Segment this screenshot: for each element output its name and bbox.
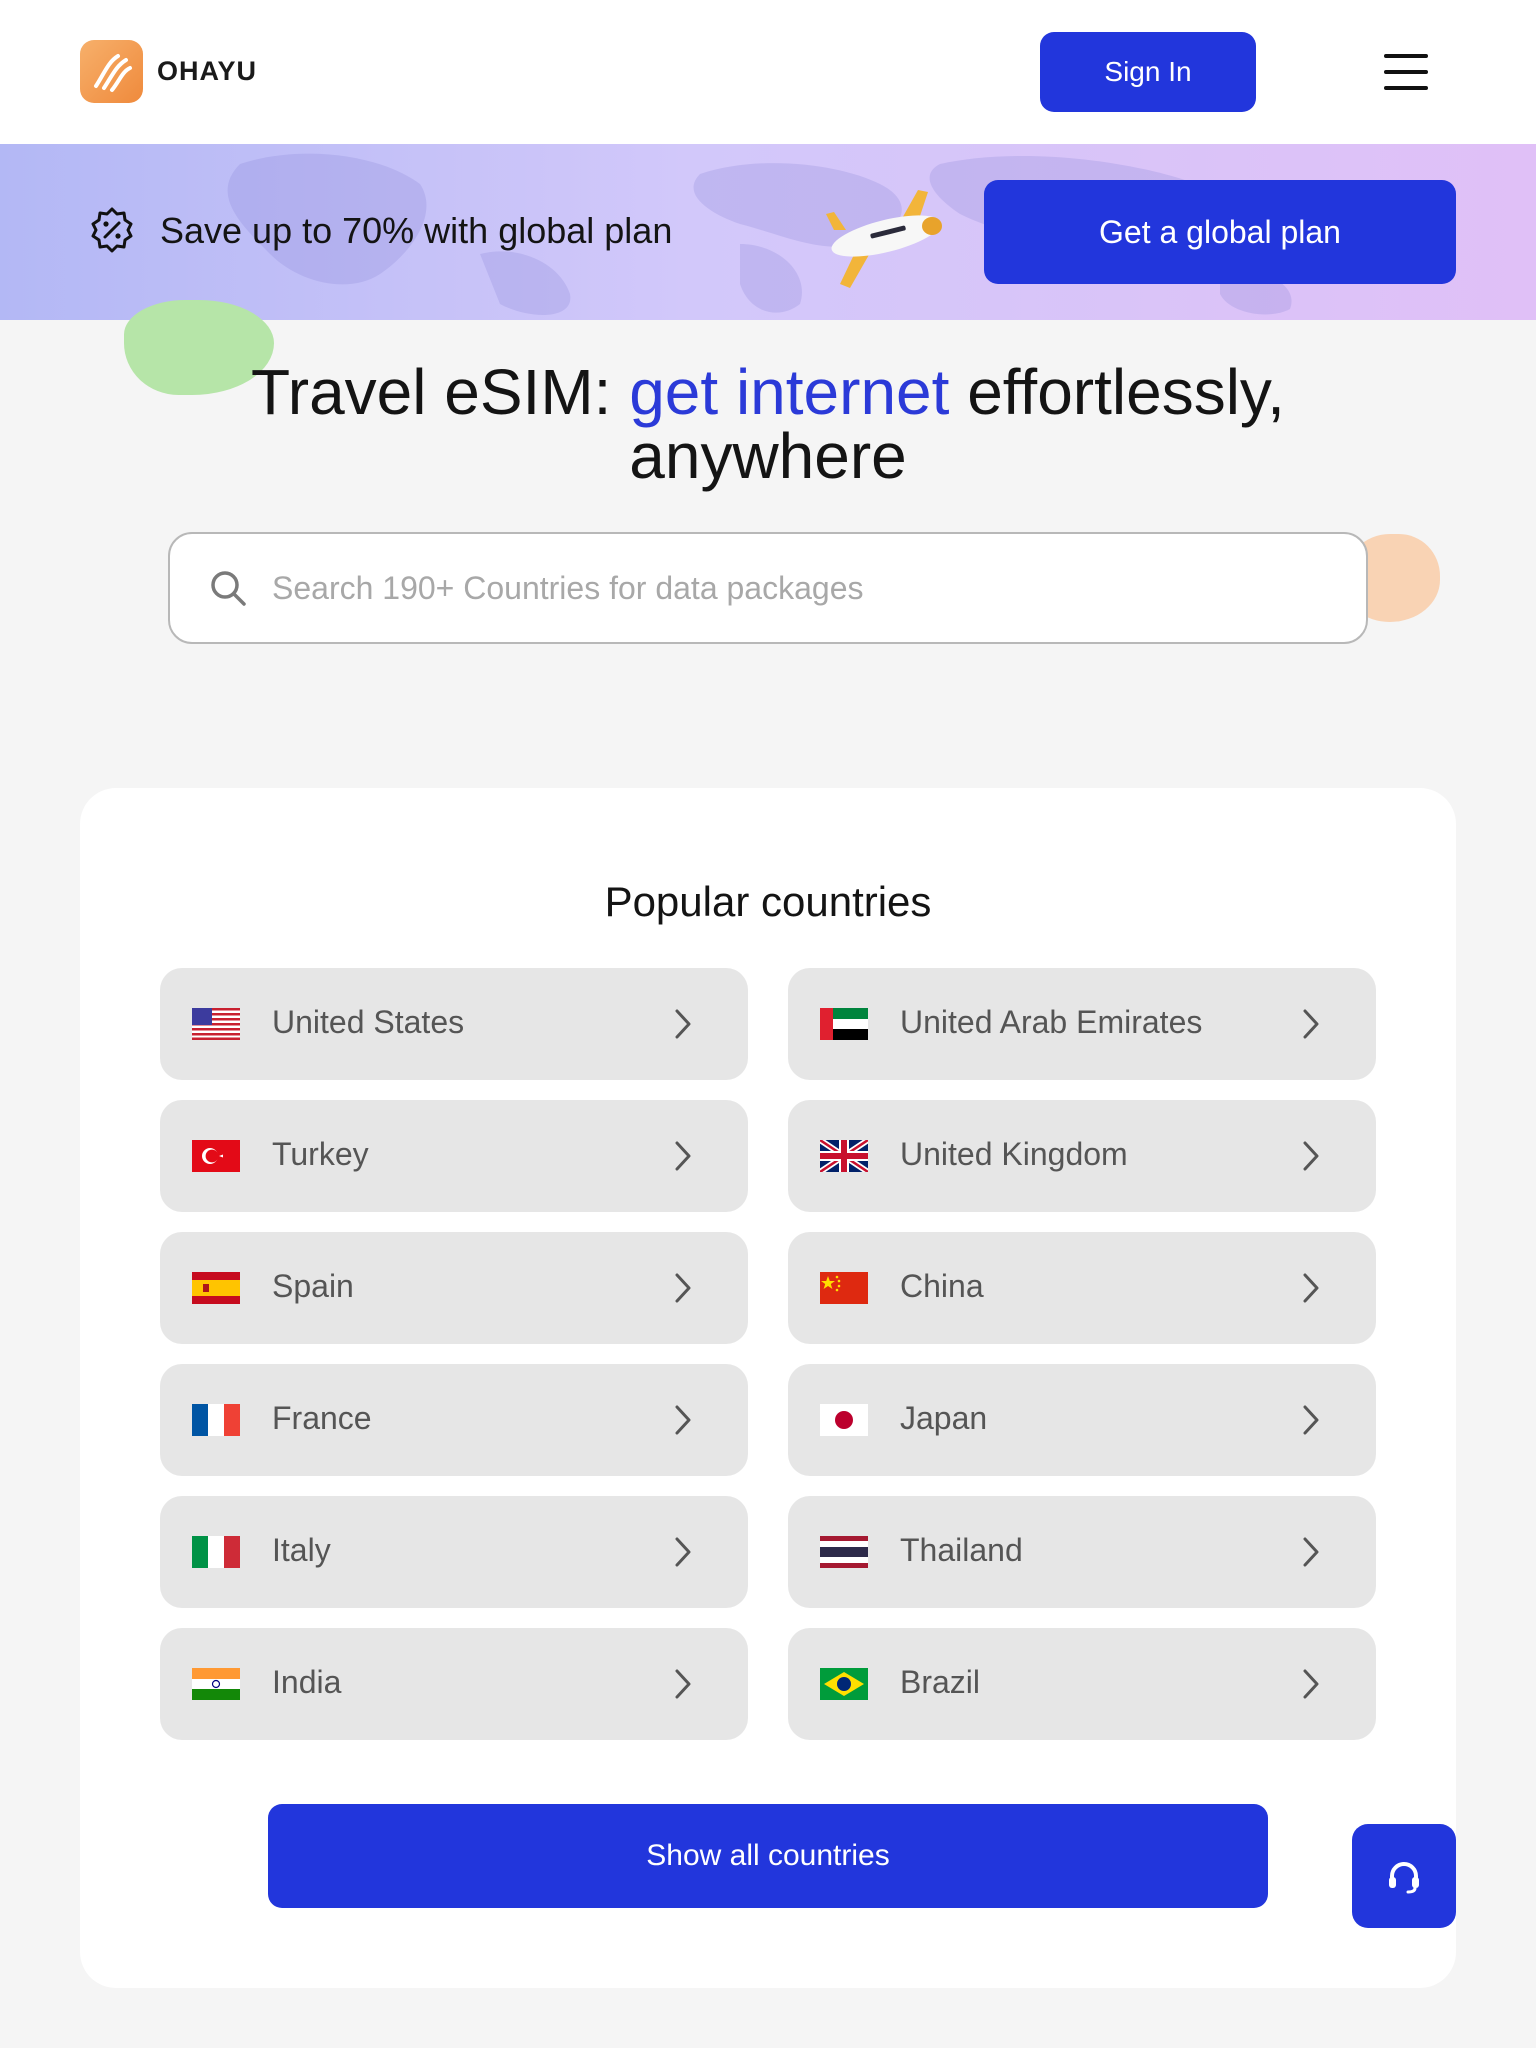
country-row-india[interactable]: India — [160, 1628, 748, 1740]
hero-title: Travel eSIM: get internet effortlessly, … — [150, 360, 1386, 488]
hero-title-part1: Travel eSIM: — [251, 356, 630, 428]
spain-flag-icon — [192, 1272, 240, 1304]
country-row-united-kingdom[interactable]: United Kingdom — [788, 1100, 1376, 1212]
country-row-united-arab-emirates[interactable]: United Arab Emirates — [788, 968, 1376, 1080]
us-flag-icon — [192, 1008, 240, 1040]
chevron-right-icon — [675, 1537, 691, 1567]
popular-countries-title: Popular countries — [604, 878, 932, 925]
france-flag-icon — [192, 1404, 240, 1436]
chevron-right-icon — [675, 1141, 691, 1171]
country-name: Spain — [272, 1268, 354, 1304]
country-name: France — [272, 1400, 372, 1436]
hero-title-accent: get internet — [629, 356, 950, 428]
global-plan-banner: Save up to 70% with global plan Get a gl… — [0, 144, 1536, 320]
chevron-right-icon — [1303, 1141, 1319, 1171]
chevron-right-icon — [675, 1009, 691, 1039]
brand-logo[interactable]: OHAYU — [80, 40, 257, 103]
country-name: United Arab Emirates — [900, 1004, 1203, 1040]
airplane-illustration — [826, 190, 942, 288]
country-search-box[interactable] — [168, 532, 1368, 644]
chevron-right-icon — [675, 1669, 691, 1699]
country-name: China — [900, 1268, 984, 1304]
chevron-right-icon — [1303, 1405, 1319, 1435]
get-global-plan-button[interactable]: Get a global plan — [984, 180, 1456, 284]
hamburger-menu-icon[interactable] — [1384, 54, 1428, 90]
country-row-italy[interactable]: Italy — [160, 1496, 748, 1608]
page: OHAYU Sign In Save up to 70% with global… — [0, 0, 1536, 2048]
search-icon — [211, 571, 246, 606]
country-name: United Kingdom — [900, 1136, 1128, 1172]
country-name: Brazil — [900, 1664, 981, 1700]
japan-flag-icon — [820, 1404, 868, 1436]
country-name: Italy — [272, 1532, 331, 1568]
country-row-turkey[interactable]: Turkey — [160, 1100, 748, 1212]
headset-icon — [1389, 1862, 1419, 1894]
uk-flag-icon — [820, 1140, 868, 1172]
country-row-japan[interactable]: Japan — [788, 1364, 1376, 1476]
china-flag-icon — [820, 1272, 868, 1304]
country-name: India — [272, 1664, 342, 1700]
promo-text: Save up to 70% with global plan — [160, 210, 673, 251]
logo-icon — [80, 40, 143, 103]
chevron-right-icon — [1303, 1669, 1319, 1699]
support-chat-button[interactable] — [1352, 1824, 1456, 1928]
popular-countries-card: Popular countries United States United A… — [80, 788, 1456, 1988]
show-all-countries-button[interactable]: Show all countries — [268, 1804, 1268, 1908]
country-row-thailand[interactable]: Thailand — [788, 1496, 1376, 1608]
country-name: Japan — [900, 1400, 988, 1436]
italy-flag-icon — [192, 1536, 240, 1568]
country-name: Thailand — [900, 1532, 1023, 1568]
sign-in-button[interactable]: Sign In — [1040, 32, 1256, 112]
india-flag-icon — [192, 1668, 240, 1700]
chevron-right-icon — [675, 1273, 691, 1303]
turkey-flag-icon — [192, 1140, 240, 1172]
brazil-flag-icon — [820, 1668, 868, 1700]
chevron-right-icon — [1303, 1537, 1319, 1567]
top-header: OHAYU Sign In — [0, 0, 1536, 144]
country-row-brazil[interactable]: Brazil — [788, 1628, 1376, 1740]
chevron-right-icon — [1303, 1009, 1319, 1039]
country-row-china[interactable]: China — [788, 1232, 1376, 1344]
chevron-right-icon — [1303, 1273, 1319, 1303]
country-name: Turkey — [272, 1136, 369, 1172]
uae-flag-icon — [820, 1008, 868, 1040]
country-row-spain[interactable]: Spain — [160, 1232, 748, 1344]
discount-badge-icon — [91, 207, 133, 253]
chevron-right-icon — [675, 1405, 691, 1435]
country-row-france[interactable]: France — [160, 1364, 748, 1476]
thailand-flag-icon — [820, 1536, 868, 1568]
search-input[interactable] — [272, 569, 1272, 607]
brand-name: OHAYU — [157, 56, 258, 86]
country-row-united-states[interactable]: United States — [160, 968, 748, 1080]
country-name: United States — [272, 1004, 465, 1040]
